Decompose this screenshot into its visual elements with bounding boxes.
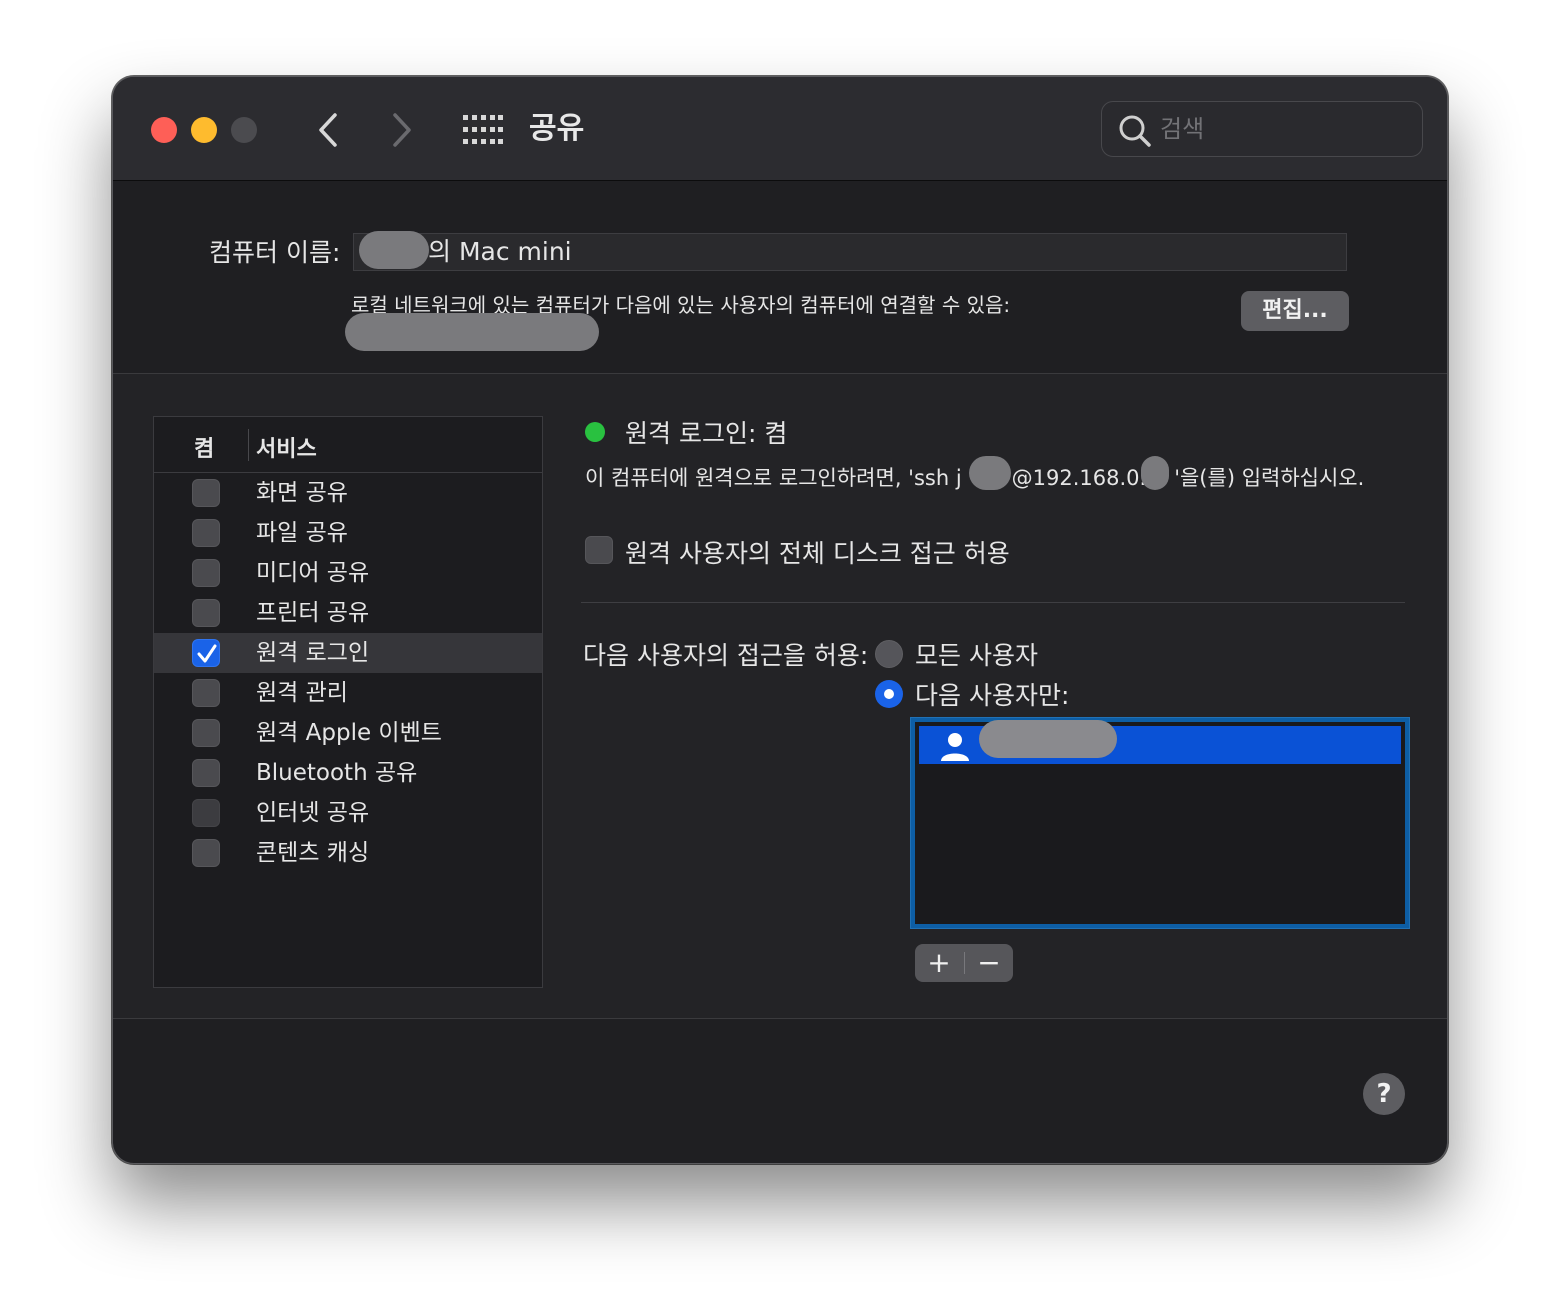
service-checkbox[interactable] <box>192 839 220 867</box>
minimize-button[interactable] <box>191 117 217 143</box>
sharing-panel: 켬 서비스 화면 공유 파일 공유 미디어 공유 프린터 공유 원격 로그인 원… <box>113 373 1447 1019</box>
close-button[interactable] <box>151 117 177 143</box>
header-on: 켬 <box>194 437 215 462</box>
system-preferences-window: 공유 컴퓨터 이름: 의 Mac mini 로컬 네트워크에 있는 컴퓨터가 다… <box>112 76 1448 1164</box>
allowed-users-list[interactable] <box>911 718 1409 928</box>
service-row-file-sharing[interactable]: 파일 공유 <box>154 513 542 553</box>
service-checkbox[interactable] <box>192 799 220 827</box>
service-label: 콘텐츠 캐싱 <box>256 840 370 866</box>
service-checkbox[interactable] <box>192 599 220 627</box>
service-checkbox[interactable] <box>192 639 220 667</box>
status-text: 원격 로그인: 켬 <box>625 419 788 448</box>
computer-name-value: 의 Mac mini <box>428 237 572 266</box>
chevron-left-icon <box>319 113 337 147</box>
user-row[interactable] <box>919 720 1401 764</box>
services-list-header: 켬 서비스 <box>154 417 542 473</box>
titlebar: 공유 <box>113 77 1447 181</box>
service-row-remote-apple-events[interactable]: 원격 Apple 이벤트 <box>154 713 542 753</box>
person-icon <box>941 733 969 761</box>
add-user-button[interactable]: + <box>915 944 963 982</box>
back-button[interactable] <box>309 107 349 153</box>
computer-name-label: 컴퓨터 이름: <box>209 238 341 267</box>
service-label: 프린터 공유 <box>256 600 370 626</box>
redacted-name <box>359 231 429 269</box>
service-row-remote-management[interactable]: 원격 관리 <box>154 673 542 713</box>
redacted-ip <box>1141 456 1169 490</box>
edit-button[interactable]: 편집... <box>1241 291 1349 331</box>
add-remove-buttons: + − <box>915 944 1013 982</box>
forward-button[interactable] <box>383 107 423 153</box>
service-label: 원격 관리 <box>256 680 348 706</box>
service-row-internet-sharing[interactable]: 인터넷 공유 <box>154 793 542 833</box>
window-title: 공유 <box>529 111 585 146</box>
checkmark-icon <box>197 644 217 663</box>
status-indicator <box>585 422 605 442</box>
full-disk-access-label: 원격 사용자의 전체 디스크 접근 허용 <box>625 539 1010 568</box>
full-disk-access-checkbox[interactable] <box>585 536 613 564</box>
radio-all-users[interactable] <box>875 640 903 668</box>
service-checkbox[interactable] <box>192 679 220 707</box>
search-input[interactable] <box>1160 110 1410 148</box>
ssh-suffix: '을(를) 입력하십시오. <box>1174 466 1365 490</box>
service-row-bluetooth-sharing[interactable]: Bluetooth 공유 <box>154 753 542 793</box>
help-button[interactable]: ? <box>1363 1073 1405 1115</box>
radio-only-these-users[interactable] <box>875 680 903 708</box>
service-checkbox[interactable] <box>192 479 220 507</box>
chevron-right-icon <box>393 113 411 147</box>
ssh-host: @192.168.0. <box>1011 466 1147 490</box>
service-row-content-caching[interactable]: 콘텐츠 캐싱 <box>154 833 542 873</box>
redacted-user-name <box>979 720 1117 758</box>
header-service: 서비스 <box>256 437 317 462</box>
radio-only-these-users-label: 다음 사용자만: <box>915 681 1070 710</box>
computer-name-field[interactable]: 의 Mac mini <box>353 233 1347 271</box>
service-row-printer-sharing[interactable]: 프린터 공유 <box>154 593 542 633</box>
magnifier-icon <box>1119 115 1151 147</box>
ssh-prefix: 이 컴퓨터에 원격으로 로그인하려면, 'ssh j <box>585 466 962 490</box>
search-field[interactable] <box>1101 101 1423 157</box>
service-checkbox[interactable] <box>192 759 220 787</box>
service-label: 인터넷 공유 <box>256 800 370 826</box>
zoom-button[interactable] <box>231 117 257 143</box>
service-label: 화면 공유 <box>256 480 348 506</box>
service-label: 파일 공유 <box>256 520 348 546</box>
redacted-hostname <box>345 313 599 351</box>
show-all-button[interactable] <box>463 115 503 145</box>
grid-icon <box>463 115 503 144</box>
service-checkbox[interactable] <box>192 719 220 747</box>
service-label: 원격 로그인 <box>256 640 370 666</box>
allow-access-label: 다음 사용자의 접근을 허용: <box>583 641 869 670</box>
service-row-media-sharing[interactable]: 미디어 공유 <box>154 553 542 593</box>
service-label: 미디어 공유 <box>256 560 370 586</box>
redacted-username <box>969 456 1011 490</box>
service-checkbox[interactable] <box>192 559 220 587</box>
radio-all-users-label: 모든 사용자 <box>915 641 1038 670</box>
service-checkbox[interactable] <box>192 519 220 547</box>
service-row-screen-sharing[interactable]: 화면 공유 <box>154 473 542 513</box>
service-label: 원격 Apple 이벤트 <box>256 720 442 746</box>
service-label: Bluetooth 공유 <box>256 760 418 786</box>
divider <box>581 602 1405 603</box>
service-row-remote-login[interactable]: 원격 로그인 <box>154 633 542 673</box>
services-list[interactable]: 켬 서비스 화면 공유 파일 공유 미디어 공유 프린터 공유 원격 로그인 원… <box>153 416 543 988</box>
remove-user-button[interactable]: − <box>965 944 1013 982</box>
